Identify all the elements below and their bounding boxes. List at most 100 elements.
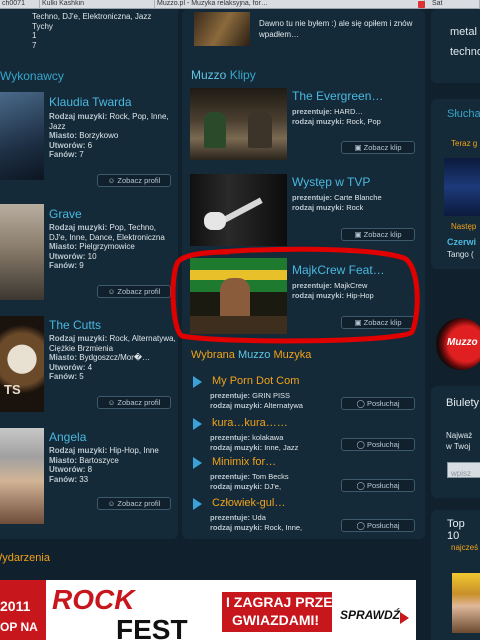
listen-button[interactable]: ◯ Posłuchaj: [341, 397, 415, 410]
field-value: Rock, Pop: [346, 116, 381, 126]
info-line: 1: [32, 31, 37, 40]
track-title[interactable]: kura…kura……: [212, 417, 288, 429]
field-label: rodzaj muzyki:: [210, 400, 263, 410]
banner-text: I ZAGRAJ PRZED: [226, 594, 343, 610]
genre-item[interactable]: metal: [450, 22, 480, 42]
events-heading: Wydarzenia: [0, 552, 50, 564]
field-value: Pielgrzymowice: [79, 242, 135, 251]
browser-tab-bar: ch0071 Kulki Kashkin Muzzo.pl - Muzyka r…: [0, 0, 480, 9]
artist-name[interactable]: The Cutts: [49, 318, 101, 332]
user-icon: ☺: [107, 398, 116, 407]
top10-heading: Top 10: [447, 518, 465, 542]
browser-tab[interactable]: Sat: [430, 0, 480, 9]
artist-details: Rodzaj muzyki: Rock, Alternatywa, Ciężki…: [49, 334, 176, 382]
view-profile-button[interactable]: ☺ Zobacz profil: [97, 285, 171, 298]
newsletter-text: Najważ w Twoj: [446, 431, 473, 451]
field-label: rodzaj muzyki:: [210, 442, 263, 452]
next-track-title[interactable]: Czerwi: [447, 237, 476, 247]
field-value: Inne, Jazz: [264, 442, 299, 452]
headphones-icon: ◯: [356, 481, 365, 490]
user-icon: ☺: [107, 176, 116, 185]
button-label: Zobacz profil: [117, 398, 161, 407]
button-label: Zobacz profil: [117, 287, 161, 296]
field-label: prezentuje:: [210, 433, 251, 442]
field-label: rodzaj muzyki:: [210, 522, 263, 532]
clip-thumbnail[interactable]: [190, 88, 287, 160]
clip-title[interactable]: The Evergreen…: [292, 89, 383, 103]
button-label: Posłuchaj: [366, 399, 400, 408]
field-label: prezentuje:: [210, 472, 251, 481]
field-label: prezentuje:: [292, 107, 333, 116]
close-tab-icon[interactable]: [418, 1, 425, 8]
tab-label: Sat: [432, 0, 443, 7]
track-details: prezentuje: GRIN PISS rodzaj muzyki: Alt…: [210, 391, 350, 410]
field-label: prezentuje:: [210, 513, 251, 522]
field-value: 6: [87, 140, 93, 150]
play-icon[interactable]: [193, 376, 202, 388]
artist-name[interactable]: Grave: [49, 207, 82, 221]
red-highlight-outline: [170, 246, 420, 344]
play-icon[interactable]: [193, 498, 202, 510]
view-profile-button[interactable]: ☺ Zobacz profil: [97, 497, 171, 510]
guitar-body: [204, 212, 226, 230]
clip-thumbnail[interactable]: [190, 174, 287, 246]
play-icon[interactable]: [193, 457, 202, 469]
genre-item[interactable]: techno: [450, 42, 480, 62]
heading-text: Wybrana: [191, 349, 235, 361]
listen-button[interactable]: ◯ Posłuchaj: [341, 519, 415, 532]
top10-subtitle: najcześ: [451, 543, 479, 552]
artist-details: Rodzaj muzyki: Rock, Pop, Inne, Jazz Mia…: [49, 112, 174, 160]
browser-tab[interactable]: ch0071: [0, 0, 40, 9]
field-value: Bartoszyce: [79, 455, 119, 465]
view-profile-button[interactable]: ☺ Zobacz profil: [97, 396, 171, 409]
rockfest-banner[interactable]: 2011 OP NA ROCK FEST I ZAGRAJ PRZED GWIA…: [0, 580, 416, 640]
comment-thumbnail[interactable]: [194, 12, 250, 46]
clip-details: prezentuje: Carte Blanche rodzaj muzyki:…: [292, 193, 420, 212]
headphones-icon: ◯: [356, 399, 365, 408]
now-playing-label: Teraz g: [451, 139, 478, 148]
browser-tab[interactable]: Muzzo.pl - Muzyka relaksyjna, for…: [155, 0, 425, 9]
arrow-right-icon: [400, 612, 409, 624]
field-label: rodzaj muzyki:: [292, 202, 345, 212]
field-value: Rock: [346, 202, 364, 212]
track-title[interactable]: My Porn Dot Com: [212, 375, 299, 387]
top10-photo[interactable]: [452, 573, 480, 633]
view-profile-button[interactable]: ☺ Zobacz profil: [97, 174, 171, 187]
muzzo-logo[interactable]: Muzzo: [436, 318, 480, 370]
field-value: Alternatywa: [263, 400, 303, 410]
listen-button[interactable]: ◯ Posłuchaj: [341, 479, 415, 492]
field-value: DJ'e,: [264, 481, 282, 491]
track-title[interactable]: Minimix for…: [212, 456, 276, 468]
artist-name[interactable]: Angela: [49, 430, 86, 444]
field-label: Miasto:: [49, 242, 77, 251]
field-value: HARD…: [334, 107, 363, 116]
tab-label: Kulki Kashkin: [42, 0, 85, 7]
clip-title[interactable]: Występ w TVP: [292, 175, 370, 189]
browser-tab[interactable]: Kulki Kashkin: [40, 0, 155, 9]
musician-figure: [204, 112, 226, 148]
field-value: Bydgoszcz/Mor�…: [79, 353, 151, 362]
film-icon: ▣: [354, 230, 362, 239]
artist-name[interactable]: Klaudia Twarda: [49, 95, 132, 109]
heading-text: Klipy: [229, 68, 256, 82]
field-value: 8: [87, 465, 93, 474]
play-icon[interactable]: [193, 418, 202, 430]
artists-heading: Wykonawcy: [0, 69, 64, 83]
field-label: Rodzaj muzyki:: [49, 446, 108, 455]
now-playing-cover[interactable]: [444, 158, 480, 216]
artist-photo[interactable]: [0, 92, 44, 180]
next-label: Następ: [451, 222, 477, 231]
field-label: Miasto:: [49, 455, 77, 465]
listen-button[interactable]: ◯ Posłuchaj: [341, 438, 415, 451]
music-heading: Wybrana Muzzo Muzyka: [191, 349, 311, 361]
artist-photo[interactable]: TS: [0, 316, 44, 412]
track-title[interactable]: Człowiek-gul…: [212, 497, 285, 509]
view-clip-button[interactable]: ▣ Zobacz klip: [341, 228, 415, 241]
field-label: Fanów:: [49, 474, 77, 484]
artist-photo[interactable]: [0, 428, 44, 524]
view-clip-button[interactable]: ▣ Zobacz klip: [341, 141, 415, 154]
field-value: 10: [87, 251, 97, 261]
field-value: 7: [79, 150, 84, 159]
newsletter-email-input[interactable]: wpisz: [447, 462, 480, 478]
artist-photo[interactable]: [0, 204, 44, 300]
